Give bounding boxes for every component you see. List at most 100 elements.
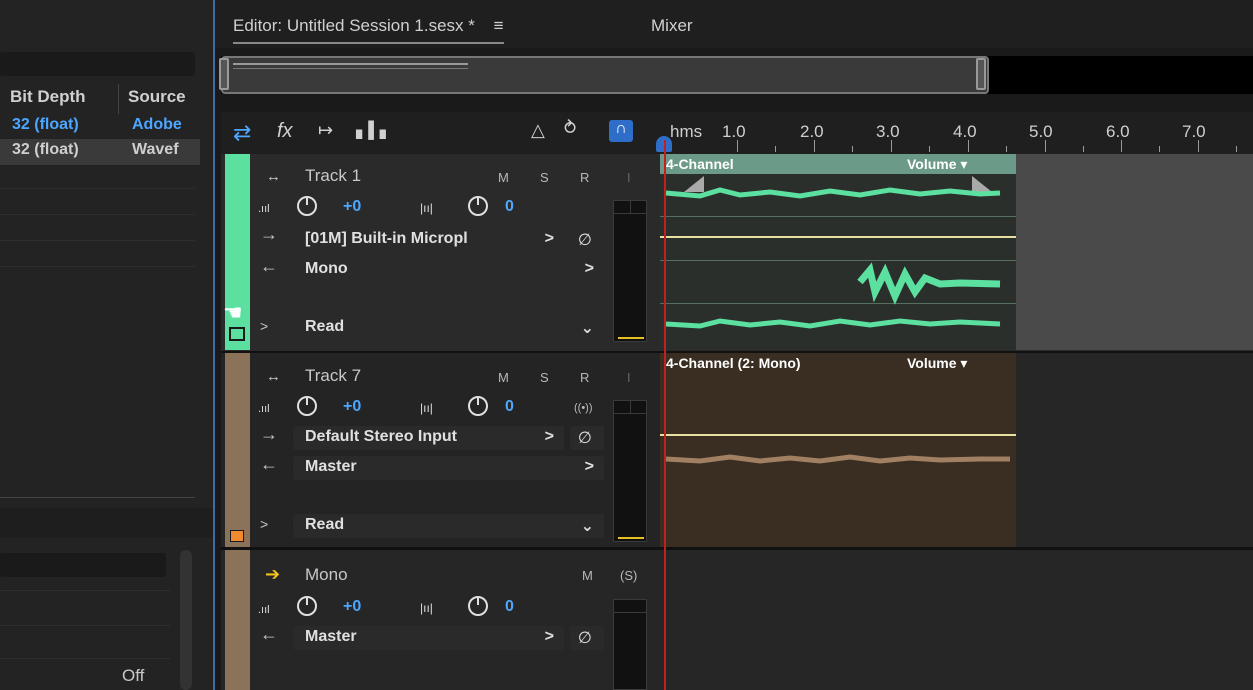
input-select[interactable]: Default Stereo Input > — [293, 426, 564, 450]
ruler-label: 2.0 — [800, 122, 824, 141]
metronome-icon[interactable]: △ — [531, 120, 545, 141]
level-meter — [613, 200, 647, 342]
track-type-icon: ↔ — [266, 368, 281, 385]
input-monitor-button[interactable]: I — [627, 170, 631, 185]
pan-value[interactable]: 0 — [505, 198, 514, 216]
clip-param-select[interactable]: Volume ▾ — [907, 355, 967, 372]
volume-knob[interactable] — [297, 196, 317, 216]
source-cell: Adobe — [132, 116, 182, 133]
volume-value[interactable]: +0 — [343, 598, 361, 616]
clip-name: 4-Channel — [666, 156, 734, 172]
output-label: Mono — [305, 260, 348, 277]
volume-value[interactable]: +0 — [343, 198, 361, 216]
record-arm-button[interactable]: R — [580, 370, 589, 385]
output-arrow-icon: ← — [260, 256, 278, 276]
overview-bar[interactable] — [219, 56, 1253, 94]
effects-fx-icon[interactable]: fx — [277, 120, 293, 143]
pan-value[interactable]: 0 — [505, 398, 514, 416]
off-label: Off — [122, 666, 145, 685]
track-name[interactable]: Track 1 — [305, 166, 361, 186]
clip[interactable]: 4-Channel Volume ▾ — [660, 154, 1016, 350]
track-select-box[interactable] — [229, 327, 245, 341]
column-source[interactable]: Source — [128, 87, 186, 107]
track-7-color-strip[interactable] — [225, 353, 250, 547]
chevron-right-icon: > — [544, 628, 554, 645]
clip[interactable]: 4-Channel (2: Mono) Volume ▾ — [660, 353, 1016, 547]
volume-knob[interactable] — [297, 396, 317, 416]
volume-value[interactable]: +0 — [343, 398, 361, 416]
output-select[interactable]: Master > — [293, 456, 604, 480]
time-ruler[interactable]: hms 1.0 2.0 3.0 4.0 5.0 6.0 7.0 — [656, 112, 1253, 154]
volume-knob[interactable] — [297, 596, 317, 616]
track-select-box[interactable] — [230, 530, 244, 542]
track-name[interactable]: Mono — [305, 565, 348, 585]
automation-mode-select[interactable]: Read ⌄ — [293, 316, 604, 340]
playhead[interactable] — [664, 140, 666, 690]
chevron-right-icon: > — [544, 230, 554, 247]
properties-field[interactable] — [0, 553, 166, 577]
track-7-lane[interactable]: 4-Channel (2: Mono) Volume ▾ — [660, 353, 1253, 547]
pan-icon: |ıı| — [420, 601, 433, 615]
automation-mode-select[interactable]: Read ⌄ — [293, 514, 604, 538]
mute-button[interactable]: M — [582, 568, 593, 583]
tab-mixer[interactable]: Mixer — [651, 16, 693, 36]
solo-button[interactable]: (S) — [620, 568, 637, 583]
tab-editor[interactable]: Editor: Untitled Session 1.sesx * ≡ — [233, 16, 504, 44]
bus-color-strip[interactable] — [225, 550, 250, 690]
row-divider — [0, 625, 170, 626]
pan-value[interactable]: 0 — [505, 598, 514, 616]
phase-invert-button[interactable]: ∅ — [570, 228, 604, 252]
zoom-navigator[interactable] — [221, 56, 989, 94]
mute-button[interactable]: M — [498, 170, 509, 185]
column-bit-depth[interactable]: Bit Depth — [10, 87, 86, 107]
expand-chevron-icon[interactable]: > — [260, 318, 268, 334]
phase-invert-button[interactable]: ∅ — [570, 426, 604, 450]
pan-knob[interactable] — [468, 196, 488, 216]
row-divider — [0, 188, 195, 189]
mute-button[interactable]: M — [498, 370, 509, 385]
file-row[interactable]: 32 (float) Adobe — [0, 114, 200, 140]
solo-button[interactable]: S — [540, 170, 549, 185]
chevron-down-icon: ⌄ — [580, 320, 594, 337]
zoom-handle-right[interactable] — [976, 58, 986, 90]
record-arm-button[interactable]: R — [580, 170, 589, 185]
inputs-outputs-icon[interactable]: ⇄ — [233, 120, 251, 146]
panel-divider — [0, 497, 195, 498]
chevron-right-icon: > — [584, 260, 594, 277]
output-select[interactable]: Master > — [293, 626, 564, 650]
source-cell: Wavef — [132, 141, 179, 158]
track-1-lane[interactable]: 4-Channel Volume ▾ — [660, 154, 1253, 350]
lane-empty — [1016, 154, 1253, 350]
expand-chevron-icon[interactable]: > — [260, 516, 268, 532]
pan-knob[interactable] — [468, 596, 488, 616]
track-name[interactable]: Track 7 — [305, 366, 361, 386]
pan-knob[interactable] — [468, 396, 488, 416]
loop-icon[interactable]: ⥁ — [564, 118, 576, 139]
input-monitor-button[interactable]: I — [627, 370, 631, 385]
phase-invert-button[interactable]: ∅ — [570, 626, 604, 650]
eq-icon[interactable]: ▖▌▖ — [356, 120, 392, 140]
panel-splitter[interactable] — [213, 0, 215, 690]
ruler-label: 7.0 — [1182, 122, 1206, 141]
volume-icon: .ııl — [258, 403, 270, 415]
ruler-label: 6.0 — [1106, 122, 1130, 141]
monitor-headphones-icon[interactable]: ∩ — [609, 120, 633, 142]
zoom-handle-left[interactable] — [219, 58, 229, 90]
clip-param-select[interactable]: Volume ▾ — [907, 156, 967, 173]
files-panel: Bit Depth Source 32 (float) Adobe 32 (fl… — [0, 0, 213, 690]
output-select[interactable]: Mono > — [293, 258, 604, 282]
bus-arrow-icon: ➔ — [265, 564, 281, 584]
volume-envelope[interactable] — [660, 434, 1016, 436]
solo-button[interactable]: S — [540, 370, 549, 385]
input-select[interactable]: [01M] Built-in Micropl > — [293, 228, 564, 252]
ruler-label: 4.0 — [953, 122, 977, 141]
scrollbar[interactable] — [180, 550, 192, 690]
automation-label: Read — [305, 318, 345, 335]
file-row[interactable]: 32 (float) Wavef — [0, 139, 200, 165]
sends-icon[interactable]: ↦ — [318, 120, 333, 141]
stereo-icon[interactable]: ((•)) — [574, 402, 593, 414]
pan-icon: |ıı| — [420, 401, 433, 415]
files-search-input[interactable] — [0, 52, 195, 76]
hand-cursor-icon: ☚ — [223, 300, 243, 325]
level-meter — [613, 400, 647, 542]
